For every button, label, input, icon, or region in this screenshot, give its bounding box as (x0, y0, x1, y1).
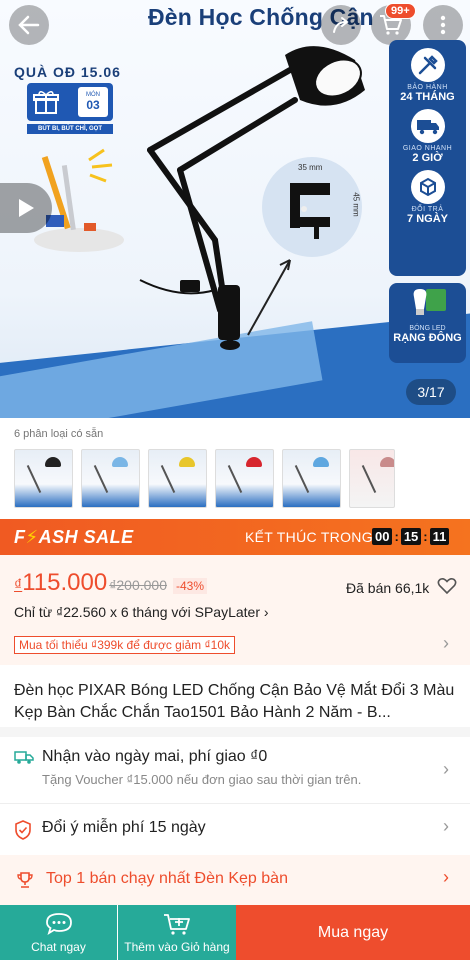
variant-thumbnail-3[interactable] (148, 449, 207, 508)
gift-promo-card: MÓN 03 (27, 83, 113, 121)
voucher-tag[interactable]: Mua tối thiểu ₫399k để được giảm ₫10k (14, 636, 235, 654)
buy-now-button[interactable]: Mua ngay (236, 905, 470, 960)
shipping-row[interactable]: Nhận vào ngày mai, phí giao ₫0 Tặng Vouc… (0, 737, 470, 803)
back-button[interactable] (9, 5, 49, 45)
chat-button-label: Chat ngay (31, 939, 86, 954)
current-price: 115.000 (22, 569, 108, 596)
return-policy-text: Đổi ý miễn phí 15 ngày (42, 819, 206, 836)
shipping-title: Nhận vào ngày mai, phí giao ₫0 (42, 748, 268, 765)
variant-thumbnail-2[interactable] (81, 449, 140, 508)
add-to-cart-label: Thêm vào Giỏ hàng (124, 939, 230, 954)
shield-check-icon (15, 820, 31, 840)
arrow-left-icon (18, 15, 40, 35)
add-to-cart-button[interactable]: Thêm vào Giỏ hàng (118, 905, 236, 960)
variant-thumbnails (14, 449, 395, 508)
timer-seconds: 11 (429, 528, 450, 545)
box-return-icon (410, 170, 445, 204)
original-price: ₫200.000 (109, 577, 167, 593)
product-image-carousel[interactable]: Đèn Học Chống Cận QUÀ OĐ 15.06 MÓN 03 BÚ… (0, 0, 470, 418)
top-seller-text: Top 1 bán chạy nhất Đèn Kẹp bàn (46, 870, 288, 887)
play-icon (19, 199, 34, 217)
product-title: Đèn học PIXAR Bóng LED Chống Cận Bảo Vệ … (14, 682, 455, 721)
sold-count: Đã bán 66,1k (346, 580, 430, 596)
timer-minutes: 15 (400, 528, 422, 545)
chevron-right-icon: › (443, 867, 449, 887)
chevron-right-icon: › (443, 633, 449, 653)
trophy-icon (17, 872, 33, 888)
chevron-right-icon: › (259, 604, 269, 620)
chevron-right-icon: › (443, 759, 449, 779)
gift-box-icon (33, 91, 59, 114)
led-bulb-icon (413, 289, 446, 315)
bottom-action-bar: Chat ngay Thêm vào Giỏ hàng Mua ngay (0, 905, 470, 960)
gift-note: BÚT BI, BÚT CHÌ, GỌT (27, 124, 113, 134)
price-row: ₫ 115.000 ₫200.000 -43% (14, 569, 208, 597)
truck-icon (410, 109, 445, 143)
variants-label: 6 phân loại có sẵn (14, 428, 104, 440)
lightning-icon: ⚡ (25, 526, 39, 547)
variant-thumbnail-5[interactable] (282, 449, 341, 508)
video-play-button[interactable] (0, 183, 52, 233)
clamp-detail-bubble (262, 157, 362, 257)
installment-info[interactable]: Chỉ từ ₫22.560 x 6 tháng với SPayLater › (14, 604, 269, 620)
flash-sale-title: F⚡ASH SALE (14, 526, 134, 547)
truck-icon (14, 751, 34, 764)
return-policy-row[interactable]: Đổi ý miễn phí 15 ngày › (0, 804, 470, 854)
top-seller-row[interactable]: Top 1 bán chạy nhất Đèn Kẹp bàn › (0, 855, 470, 905)
flash-sale-ends-label: KẾT THÚC TRONG (245, 529, 373, 545)
timer-hours: 00 (372, 528, 393, 545)
clamp-image (290, 183, 330, 239)
benefit-return: ĐỔI TRẢ 7 NGÀY (389, 170, 466, 225)
shipping-subtitle: Tặng Voucher ₫15.000 nếu đơn giao sau th… (42, 772, 362, 787)
variant-thumbnail-6[interactable] (349, 449, 395, 508)
gift-count: MÓN 03 (78, 87, 108, 117)
benefits-panel: BẢO HÀNH 24 THÁNG GIAO NHANH 2 GIỜ ĐỔI T… (389, 40, 466, 276)
heart-icon[interactable] (437, 577, 457, 595)
tools-icon (410, 48, 445, 82)
section-divider (0, 727, 470, 737)
countdown-timer: 00 : 15 : 11 (372, 528, 450, 545)
chat-button[interactable]: Chat ngay (0, 905, 117, 960)
clamp-width-label: 35 mm (298, 163, 323, 172)
gift-promo-title: QUÀ OĐ 15.06 (14, 64, 121, 80)
chevron-right-icon: › (443, 816, 449, 836)
flash-sale-bar[interactable]: F⚡ASH SALE KẾT THÚC TRONG 00 : 15 : 11 (0, 519, 470, 555)
button-divider (117, 905, 118, 960)
more-options-button[interactable] (423, 5, 463, 45)
variant-thumbnail-4[interactable] (215, 449, 274, 508)
image-counter: 3/17 (406, 379, 456, 405)
cart-plus-icon (164, 913, 190, 935)
discount-badge: -43% (173, 578, 208, 594)
share-icon (333, 17, 349, 33)
more-vertical-icon (440, 15, 446, 35)
variant-thumbnail-1[interactable] (14, 449, 73, 508)
price-section: ₫ 115.000 ₫200.000 -43% Đã bán 66,1k Chỉ… (0, 555, 470, 665)
benefit-fast-delivery: GIAO NHANH 2 GIỜ (389, 109, 466, 164)
chat-icon (45, 912, 72, 935)
clamp-height-label: 45 mm (351, 192, 361, 217)
benefit-warranty: BẢO HÀNH 24 THÁNG (389, 48, 466, 103)
share-button[interactable] (321, 5, 361, 45)
cart-count-badge: 99+ (385, 3, 416, 19)
currency-symbol: ₫ (14, 577, 23, 594)
led-bulb-card: BÓNG LED RẠNG ĐÔNG (389, 283, 466, 363)
